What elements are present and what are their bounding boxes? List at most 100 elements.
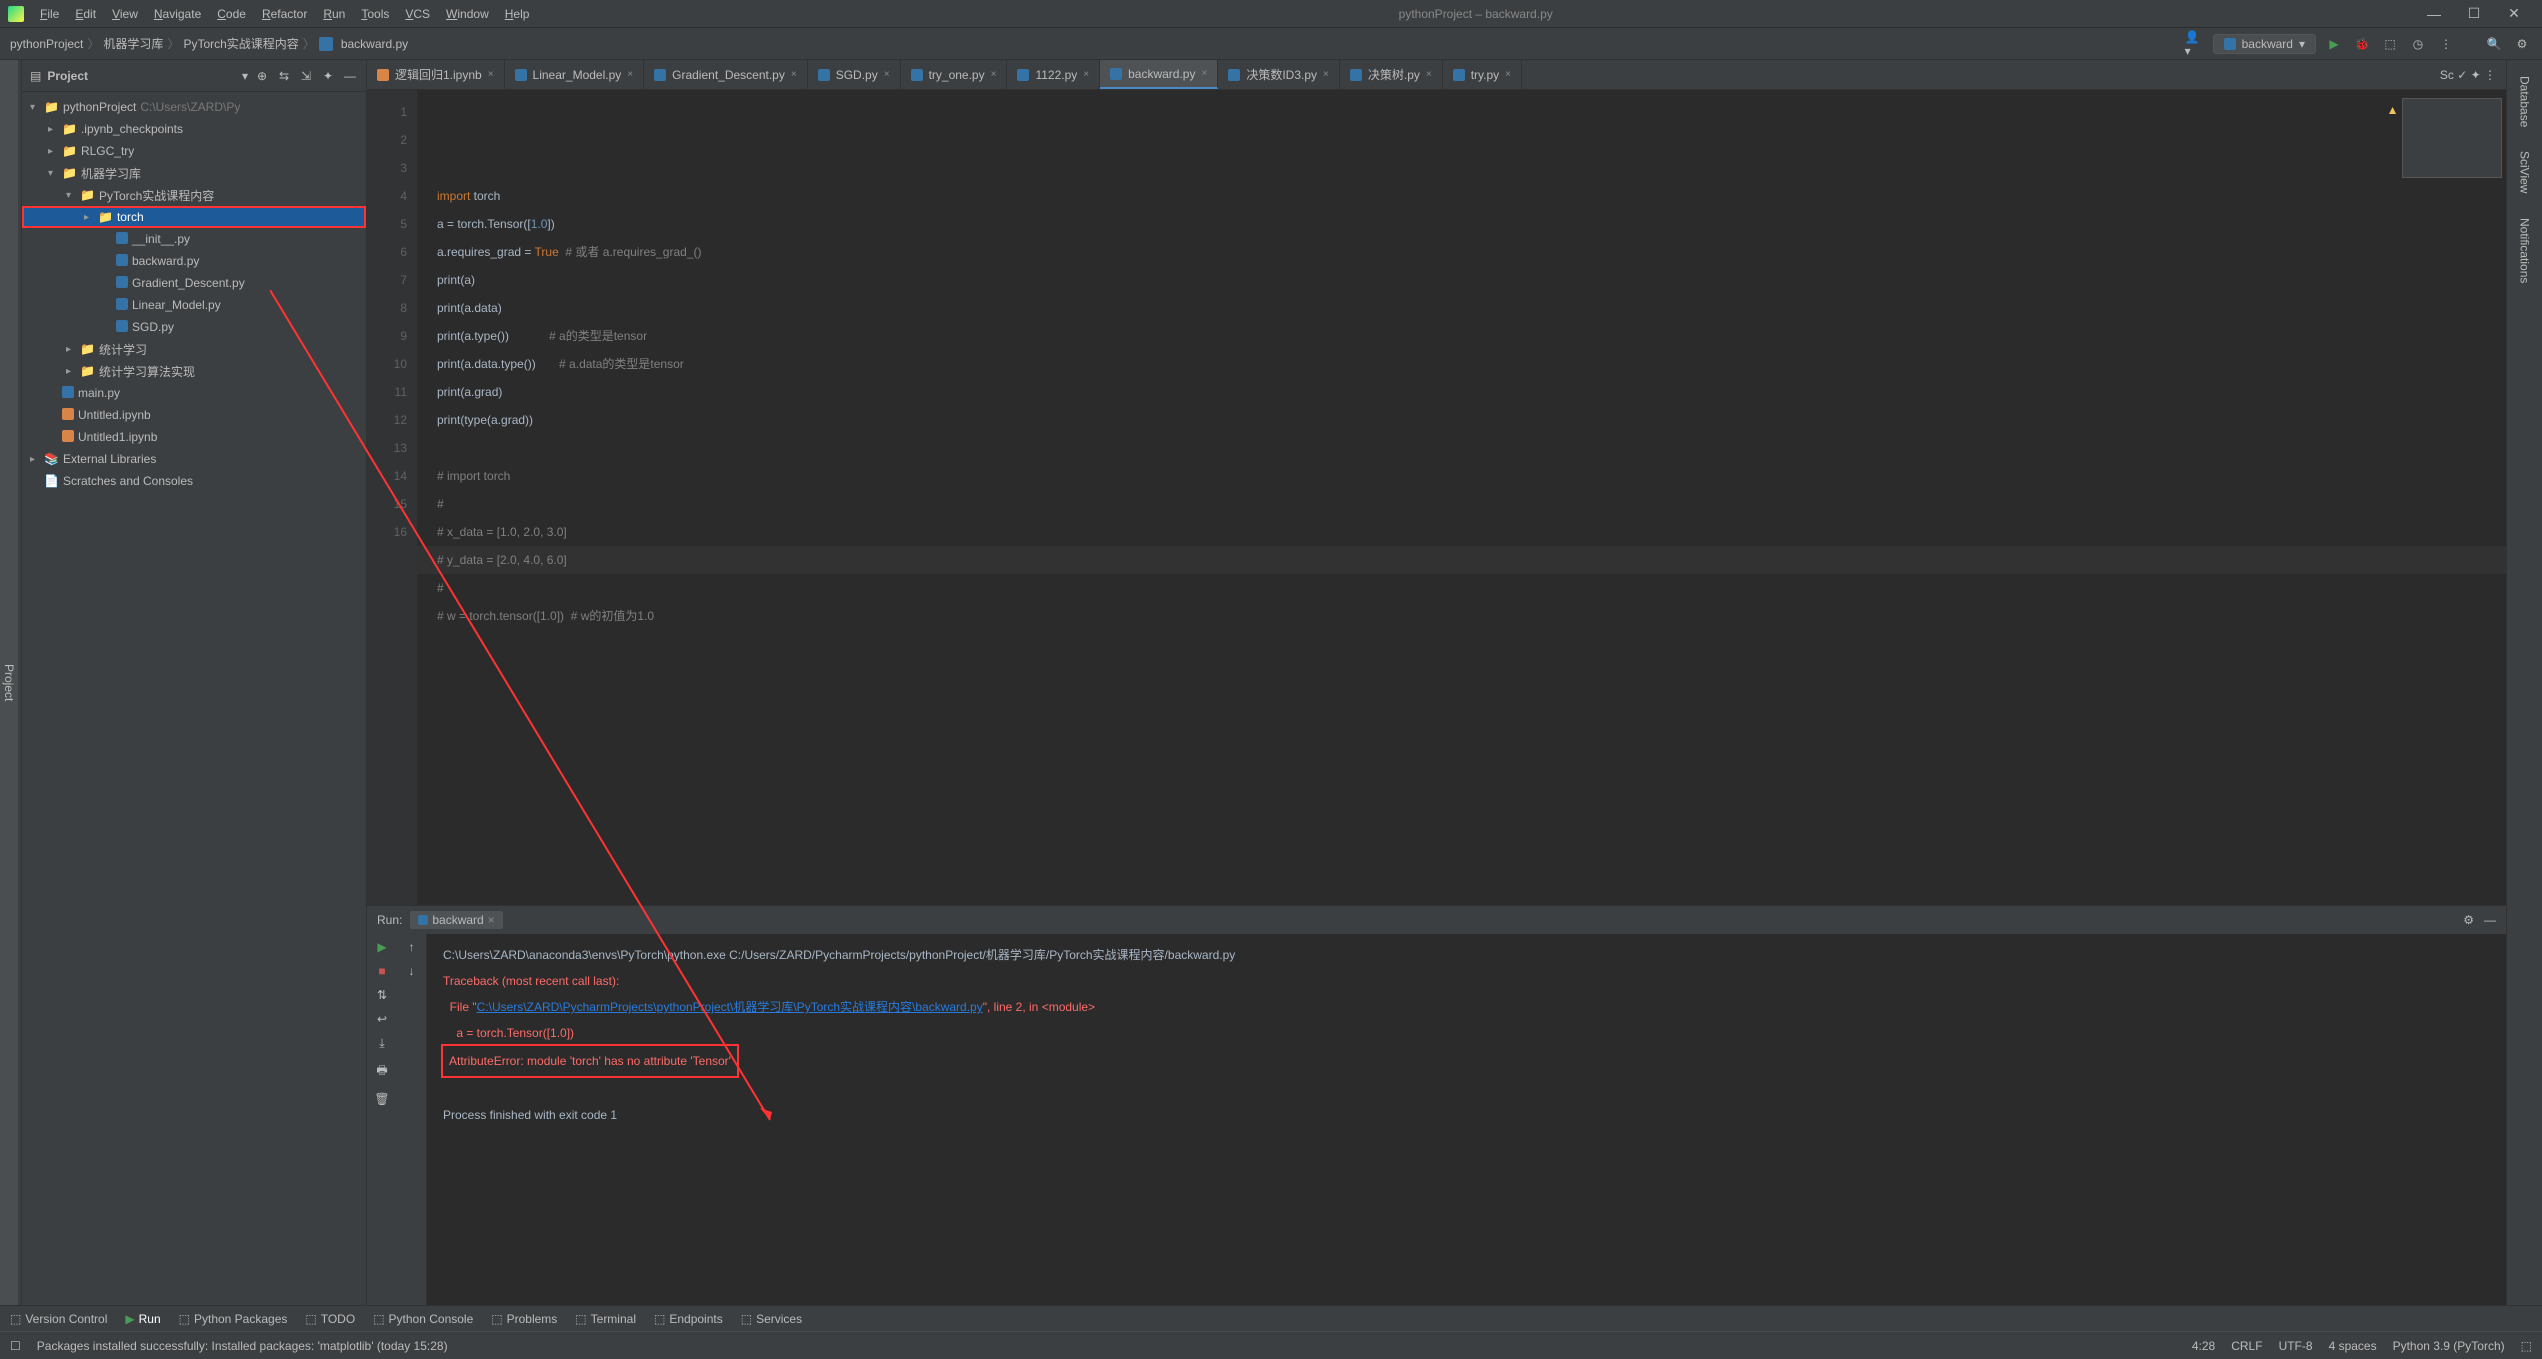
menu-code[interactable]: Code	[209, 7, 254, 21]
rerun-button[interactable]: ▶	[377, 940, 386, 954]
status-item[interactable]: 4 spaces	[2329, 1339, 2377, 1353]
code-line[interactable]: a.requires_grad = True # 或者 a.requires_g…	[417, 238, 2506, 266]
menu-window[interactable]: Window	[438, 7, 497, 21]
bottom-tab-services[interactable]: ⬚Services	[741, 1312, 802, 1326]
code-line[interactable]: # x_data = [1.0, 2.0, 3.0]	[417, 518, 2506, 546]
bottom-tab-terminal[interactable]: ⬚Terminal	[575, 1312, 636, 1326]
tree-item[interactable]: backward.py	[22, 250, 366, 272]
bottom-tab-problems[interactable]: ⬚Problems	[491, 1312, 557, 1326]
code-line[interactable]: # w = torch.tensor([1.0]) # w的初值为1.0	[417, 602, 2506, 630]
close-tab-icon[interactable]: ×	[1323, 69, 1329, 80]
dropdown-icon[interactable]: ▾	[242, 69, 248, 83]
chevron-icon[interactable]: ▾	[30, 102, 40, 113]
settings-icon[interactable]: ⚙	[2463, 913, 2474, 927]
chevron-icon[interactable]: ▸	[48, 124, 58, 135]
minimize-button[interactable]: —	[2414, 6, 2454, 22]
code-line[interactable]: # import torch	[417, 462, 2506, 490]
menu-run[interactable]: Run	[315, 7, 353, 21]
breadcrumb[interactable]: pythonProject〉机器学习库〉PyTorch实战课程内容〉backwa…	[10, 35, 2185, 52]
close-icon[interactable]: ×	[488, 913, 495, 927]
menu-edit[interactable]: Edit	[67, 7, 104, 21]
menu-vcs[interactable]: VCS	[397, 7, 438, 21]
code-line[interactable]: print(a)	[417, 266, 2506, 294]
profile-button[interactable]: ◷	[2408, 34, 2428, 54]
chevron-icon[interactable]: ▸	[66, 366, 76, 377]
menu-refactor[interactable]: Refactor	[254, 7, 315, 21]
close-tab-icon[interactable]: ×	[791, 69, 797, 80]
close-tab-icon[interactable]: ×	[1201, 68, 1207, 79]
bottom-tab-endpoints[interactable]: ⬚Endpoints	[654, 1312, 723, 1326]
close-tab-icon[interactable]: ×	[1083, 69, 1089, 80]
editor-tab[interactable]: 决策树.py×	[1340, 60, 1443, 89]
collapse-all-button[interactable]: ⇲	[298, 68, 314, 84]
code-line[interactable]: # y_data = [2.0, 4.0, 6.0]	[417, 546, 2506, 574]
bottom-tab-version-control[interactable]: ⬚Version Control	[10, 1312, 107, 1326]
hide-button[interactable]: —	[342, 68, 358, 84]
bottom-tab-python-console[interactable]: ⬚Python Console	[373, 1312, 473, 1326]
tree-item[interactable]: Untitled1.ipynb	[22, 426, 366, 448]
project-tree[interactable]: ▾📁pythonProject C:\Users\ZARD\Py▸📁.ipynb…	[22, 92, 366, 1305]
user-icon[interactable]: 👤▾	[2185, 34, 2205, 54]
editor-tab[interactable]: backward.py×	[1100, 60, 1218, 89]
settings-icon[interactable]: ✦	[320, 68, 336, 84]
editor-tab[interactable]: 1122.py×	[1007, 60, 1100, 89]
close-tab-icon[interactable]: ×	[488, 69, 494, 80]
up-button[interactable]: ↑	[409, 940, 415, 954]
code-line[interactable]: print(a.grad)	[417, 378, 2506, 406]
code-line[interactable]: print(type(a.grad))	[417, 406, 2506, 434]
code-line[interactable]: #	[417, 574, 2506, 602]
breadcrumb-item[interactable]: 机器学习库	[103, 35, 163, 52]
status-item[interactable]: Python 3.9 (PyTorch)	[2393, 1339, 2505, 1353]
menu-tools[interactable]: Tools	[353, 7, 397, 21]
close-tab-icon[interactable]: ×	[884, 69, 890, 80]
scroll-button[interactable]: ⤓	[379, 1036, 384, 1051]
tree-item[interactable]: ▾📁机器学习库	[22, 162, 366, 184]
close-tab-icon[interactable]: ×	[991, 69, 997, 80]
breadcrumb-item[interactable]: backward.py	[341, 37, 408, 51]
debug-button[interactable]: 🐞	[2352, 34, 2372, 54]
chevron-icon[interactable]: ▸	[66, 344, 76, 355]
tree-item[interactable]: __init__.py	[22, 228, 366, 250]
tree-item[interactable]: ▸📁torch	[22, 206, 366, 228]
tree-item[interactable]: Untitled.ipynb	[22, 404, 366, 426]
database-tool-tab[interactable]: Database	[2516, 68, 2534, 135]
editor-tab[interactable]: SGD.py×	[808, 60, 901, 89]
tree-item[interactable]: ▸📁RLGC_try	[22, 140, 366, 162]
run-configuration-selector[interactable]: backward ▾	[2213, 34, 2316, 54]
event-log-icon[interactable]: ☐	[10, 1339, 21, 1353]
status-item[interactable]: 4:28	[2192, 1339, 2215, 1353]
sciview-tool-tab[interactable]: SciView	[2516, 143, 2534, 201]
layout-button[interactable]: ⇅	[377, 988, 387, 1002]
trash-button[interactable]: 🗑	[374, 1092, 389, 1106]
tree-item[interactable]: Linear_Model.py	[22, 294, 366, 316]
more-run-button[interactable]: ⋮	[2436, 34, 2456, 54]
run-tab[interactable]: backward ×	[410, 911, 502, 929]
print-button[interactable]: 🖶	[376, 1061, 387, 1082]
hide-button[interactable]: —	[2484, 913, 2496, 927]
editor-tab[interactable]: try.py×	[1443, 60, 1522, 89]
notifications-tool-tab[interactable]: Notifications	[2516, 210, 2534, 291]
search-button[interactable]: 🔍	[2484, 34, 2504, 54]
code-line[interactable]: print(a.type()) # a的类型是tensor	[417, 322, 2506, 350]
tree-item[interactable]: Gradient_Descent.py	[22, 272, 366, 294]
code-line[interactable]: a = torch.Tensor([1.0])	[417, 210, 2506, 238]
breadcrumb-item[interactable]: pythonProject	[10, 37, 83, 51]
status-item[interactable]: ⬚	[2521, 1339, 2532, 1353]
menu-file[interactable]: File	[32, 7, 67, 21]
close-tab-icon[interactable]: ×	[1426, 69, 1432, 80]
code-line[interactable]	[417, 434, 2506, 462]
chevron-icon[interactable]: ▸	[30, 454, 40, 465]
menu-view[interactable]: View	[104, 7, 146, 21]
tree-item[interactable]: SGD.py	[22, 316, 366, 338]
tree-item[interactable]: ▸📁统计学习	[22, 338, 366, 360]
tree-item[interactable]: ▸📚External Libraries	[22, 448, 366, 470]
bottom-tab-run[interactable]: ▶Run	[125, 1312, 160, 1326]
sciview-thumbnail[interactable]	[2402, 98, 2502, 178]
code-line[interactable]: print(a.data)	[417, 294, 2506, 322]
editor-tab[interactable]: 决策数ID3.py×	[1218, 60, 1340, 89]
tree-item[interactable]: 📄Scratches and Consoles	[22, 470, 366, 492]
stop-button[interactable]: ■	[378, 964, 385, 978]
select-opened-file-button[interactable]: ⊕	[254, 68, 270, 84]
editor-tab[interactable]: Gradient_Descent.py×	[644, 60, 808, 89]
tree-item[interactable]: ▾📁pythonProject C:\Users\ZARD\Py	[22, 96, 366, 118]
